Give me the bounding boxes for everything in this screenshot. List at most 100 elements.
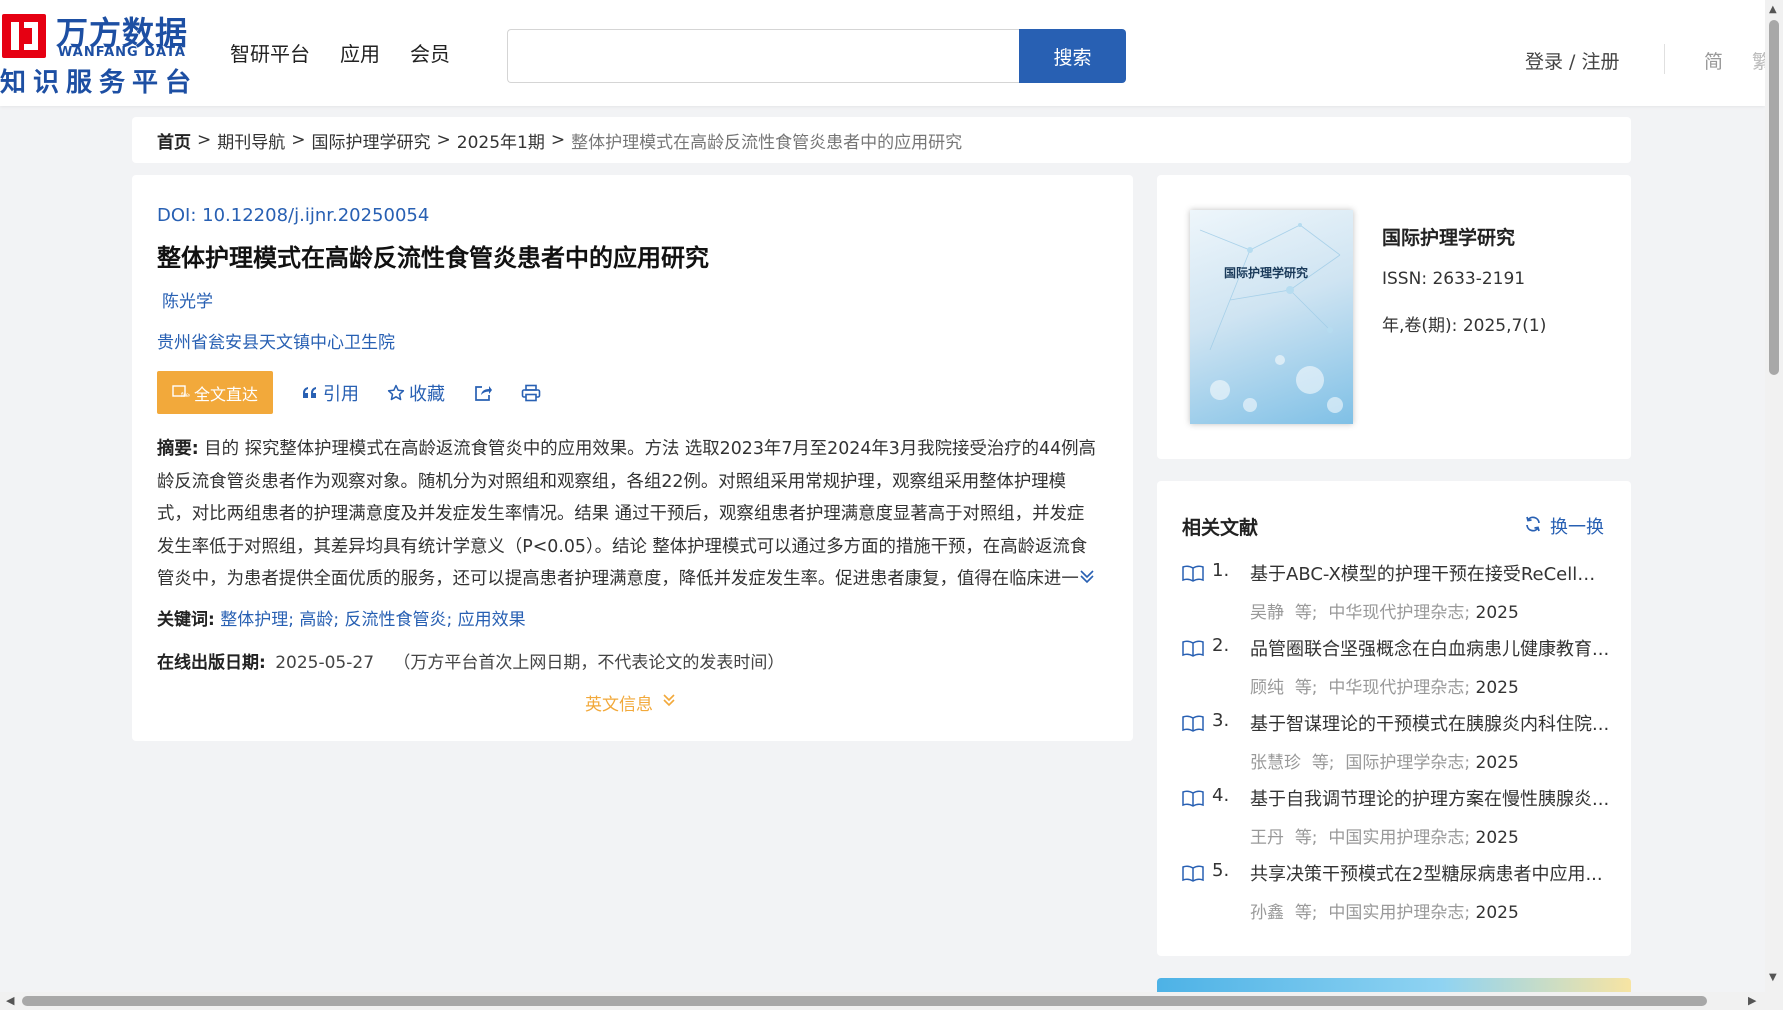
article-actions: free 全文直达 引用 收藏 <box>157 371 541 414</box>
related-num: 2. <box>1212 635 1230 656</box>
related-journal[interactable]: 中国实用护理杂志 <box>1328 903 1464 923</box>
share-icon <box>473 384 493 402</box>
cite-action[interactable]: 引用 <box>301 380 359 406</box>
related-author[interactable]: 王丹 <box>1250 828 1284 848</box>
print-icon <box>521 384 541 402</box>
organization-link[interactable]: 贵州省瓮安县天文镇中心卫生院 <box>157 328 395 353</box>
journal-name[interactable]: 国际护理学研究 <box>1382 223 1515 250</box>
related-title-link[interactable]: 基于ABC-X模型的护理干预在接受ReCell技... <box>1250 560 1612 586</box>
breadcrumb-journal-nav[interactable]: 期刊导航 <box>217 128 285 153</box>
related-num: 5. <box>1212 860 1230 881</box>
related-title-link[interactable]: 基于智谋理论的干预模式在胰腺炎内科住院... <box>1250 710 1612 736</box>
horizontal-scroll-thumb[interactable] <box>22 996 1707 1006</box>
login-register-link[interactable]: 登录 / 注册 <box>1525 47 1619 74</box>
book-icon <box>1182 714 1204 736</box>
related-author[interactable]: 张慧珍 <box>1250 753 1301 773</box>
logo-mark-icon <box>2 14 46 58</box>
svg-text:free: free <box>181 392 190 398</box>
english-info-toggle[interactable]: 英文信息 <box>585 690 677 715</box>
pubdate-value: 2025-05-27 <box>275 653 375 673</box>
share-action[interactable] <box>473 384 493 402</box>
keyword-link[interactable]: 高龄 <box>299 610 333 630</box>
pubdate-note: （万方平台首次上网日期，不代表论文的发表时间） <box>393 653 785 673</box>
related-author[interactable]: 吴静 <box>1250 603 1284 623</box>
related-author[interactable]: 顾纯 <box>1250 678 1284 698</box>
journal-volume: 年,卷(期): 2025,7(1) <box>1382 311 1546 336</box>
refresh-button[interactable]: 换一换 <box>1524 513 1604 539</box>
book-icon <box>1182 564 1204 586</box>
related-meta: 顾纯 等; 中华现代护理杂志; 2025 <box>1250 678 1519 698</box>
issn-label: ISSN: <box>1382 269 1428 289</box>
nav-item-zhiyan[interactable]: 智研平台 <box>230 38 310 67</box>
scroll-left-icon[interactable]: ◀ <box>6 994 14 1007</box>
related-item[interactable]: 2. 品管圈联合坚强概念在白血病患儿健康教育... 顾纯 等; 中华现代护理杂志… <box>1182 635 1612 710</box>
related-journal[interactable]: 中华现代护理杂志 <box>1328 678 1464 698</box>
free-icon: free <box>172 383 193 402</box>
lang-traditional[interactable]: 繁 <box>1752 47 1765 74</box>
related-title-link[interactable]: 品管圈联合坚强概念在白血病患儿健康教育... <box>1250 635 1612 661</box>
related-journal[interactable]: 中国实用护理杂志 <box>1328 828 1464 848</box>
abstract: 摘要: 目的 探究整体护理模式在高龄返流食管炎中的应用效果。方法 选取2023年… <box>157 433 1099 596</box>
collect-action[interactable]: 收藏 <box>387 380 445 406</box>
promo-banner[interactable] <box>1157 978 1631 992</box>
related-item[interactable]: 1. 基于ABC-X模型的护理干预在接受ReCell技... 吴静 等; 中华现… <box>1182 560 1612 635</box>
related-num: 4. <box>1212 785 1230 806</box>
refresh-label: 换一换 <box>1550 517 1604 538</box>
related-author[interactable]: 孙鑫 <box>1250 903 1284 923</box>
doi-label: DOI: <box>157 205 197 226</box>
related-journal[interactable]: 中华现代护理杂志 <box>1328 603 1464 623</box>
journal-issn: ISSN: 2633-2191 <box>1382 269 1525 289</box>
scroll-right-icon[interactable]: ▶ <box>1748 994 1756 1007</box>
breadcrumb-journal[interactable]: 国际护理学研究 <box>312 128 431 153</box>
keyword-link[interactable]: 应用效果 <box>458 610 526 630</box>
wanfang-logo[interactable]: 万方数据 WANFANG DATA 知识服务平台 <box>0 8 200 98</box>
related-item[interactable]: 5. 共享决策干预模式在2型糖尿病患者中应用... 孙鑫 等; 中国实用护理杂志… <box>1182 860 1612 935</box>
doi-link[interactable]: 10.12208/j.ijnr.20250054 <box>202 205 429 226</box>
vertical-scrollbar[interactable]: ▲ ▼ <box>1765 0 1783 1010</box>
expand-abstract-icon[interactable] <box>1079 568 1095 588</box>
abstract-text: 目的 探究整体护理模式在高龄返流食管炎中的应用效果。方法 选取2023年7月至2… <box>157 439 1096 589</box>
print-action[interactable] <box>521 384 541 402</box>
nav-item-apps[interactable]: 应用 <box>340 38 380 67</box>
related-meta: 孙鑫 等; 中国实用护理杂志; 2025 <box>1250 903 1519 923</box>
horizontal-scrollbar[interactable]: ◀ ▶ <box>0 992 1765 1010</box>
refresh-icon <box>1524 515 1542 538</box>
breadcrumb-sep: > <box>197 130 212 150</box>
related-etal: 等; <box>1311 753 1335 773</box>
related-year: 2025 <box>1475 678 1519 698</box>
search-input[interactable] <box>507 29 1019 83</box>
lang-simplified[interactable]: 简 <box>1704 47 1723 74</box>
double-chevron-down-icon <box>661 692 677 713</box>
main-nav: 智研平台 应用 会员 <box>230 38 450 67</box>
scroll-down-icon[interactable]: ▼ <box>1769 972 1777 983</box>
related-year: 2025 <box>1475 753 1519 773</box>
journal-card: 国际护理学研究 国际护理学研究 ISSN: 2633-2191 年,卷(期): … <box>1157 175 1631 459</box>
related-meta: 王丹 等; 中国实用护理杂志; 2025 <box>1250 828 1519 848</box>
author-link[interactable]: 陈光学 <box>162 287 213 312</box>
article-card: DOI: 10.12208/j.ijnr.20250054 整体护理模式在高龄反… <box>132 175 1133 741</box>
keyword-link[interactable]: 整体护理 <box>220 610 288 630</box>
breadcrumb-home[interactable]: 首页 <box>157 128 191 153</box>
related-meta: 张慧珍 等; 国际护理学杂志; 2025 <box>1250 753 1519 773</box>
nav-item-member[interactable]: 会员 <box>410 38 450 67</box>
related-title: 相关文献 <box>1182 517 1259 539</box>
related-item[interactable]: 4. 基于自我调节理论的护理方案在慢性胰腺炎... 王丹 等; 中国实用护理杂志… <box>1182 785 1612 860</box>
journal-cover[interactable]: 国际护理学研究 <box>1190 210 1353 424</box>
related-title-link[interactable]: 共享决策干预模式在2型糖尿病患者中应用... <box>1250 860 1612 886</box>
search-button[interactable]: 搜索 <box>1019 29 1126 83</box>
keyword-link[interactable]: 反流性食管炎 <box>345 610 447 630</box>
fulltext-label: 全文直达 <box>193 384 258 404</box>
related-num: 3. <box>1212 710 1230 731</box>
publish-date-line: 在线出版日期: 2025-05-27 （万方平台首次上网日期，不代表论文的发表时… <box>157 648 784 673</box>
issn-value: 2633-2191 <box>1432 269 1526 289</box>
fulltext-button[interactable]: free 全文直达 <box>157 371 273 414</box>
scroll-up-icon[interactable]: ▲ <box>1769 4 1777 15</box>
breadcrumb-issue[interactable]: 2025年1期 <box>457 128 545 153</box>
top-header: 万方数据 WANFANG DATA 知识服务平台 智研平台 应用 会员 搜索 登… <box>0 0 1765 106</box>
related-title-link[interactable]: 基于自我调节理论的护理方案在慢性胰腺炎... <box>1250 785 1612 811</box>
related-journal[interactable]: 国际护理学杂志 <box>1345 753 1464 773</box>
related-item[interactable]: 3. 基于智谋理论的干预模式在胰腺炎内科住院... 张慧珍 等; 国际护理学杂志… <box>1182 710 1612 785</box>
keywords-label: 关键词: <box>157 610 215 630</box>
related-list: 1. 基于ABC-X模型的护理干预在接受ReCell技... 吴静 等; 中华现… <box>1182 560 1612 935</box>
vertical-scroll-thumb[interactable] <box>1769 20 1779 375</box>
